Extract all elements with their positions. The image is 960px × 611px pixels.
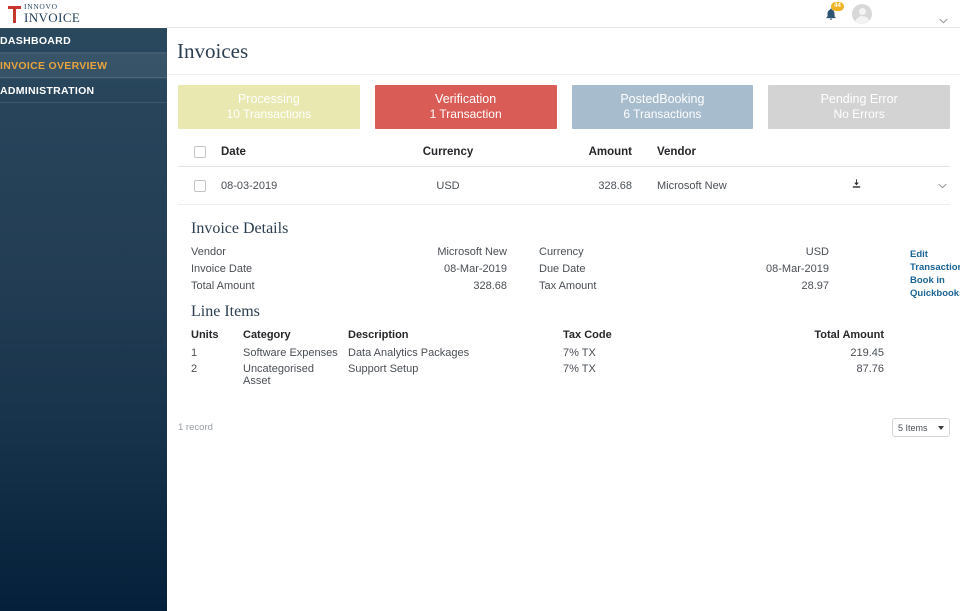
detail-value-vendor: Microsoft New (437, 246, 507, 258)
cell-category: Software Expenses (243, 347, 338, 359)
cell-category: Uncategorised Asset (243, 363, 314, 387)
invoice-details-grid: Vendor Microsoft New Currency USD Invoic… (191, 246, 950, 292)
status-card-pending-error[interactable]: Pending Error No Errors (768, 85, 950, 129)
row-checkbox[interactable] (193, 179, 206, 192)
column-header-category: Category (243, 329, 291, 341)
column-header-units: Units (191, 329, 219, 341)
expand-cell (900, 180, 950, 192)
sidebar-item-dashboard[interactable]: DASHBOARD (0, 28, 167, 53)
record-count: 1 record (178, 422, 213, 433)
cell-description: Data Analytics Packages (348, 347, 470, 359)
innovo-logo-icon (8, 4, 21, 24)
column-header-currency: Currency (422, 145, 474, 158)
line-items-heading: Line Items (191, 303, 260, 320)
line-items-header-row: Units Category Description Tax Code Tota… (191, 329, 950, 341)
status-card-verification[interactable]: Verification 1 Transaction (374, 85, 557, 129)
status-card-title: Verification (435, 91, 497, 106)
column-header-amount: Amount (588, 145, 632, 158)
status-cards: Processing 10 Transactions Verification … (178, 85, 950, 129)
detail-value-invoice-date: 08-Mar-2019 (444, 263, 507, 275)
status-card-postedbooking[interactable]: PostedBooking 6 Transactions (571, 85, 754, 129)
line-item-row: 2 Uncategorised Asset Support Setup 7% T… (191, 363, 950, 387)
notifications-button[interactable]: 44 (822, 2, 844, 24)
page-size-select[interactable]: 5 Items (892, 418, 950, 437)
table-row[interactable]: 08-03-2019 USD 328.68 Microsoft New (178, 167, 950, 205)
page-header: Invoices (167, 28, 960, 75)
status-card-processing[interactable]: Processing 10 Transactions (178, 85, 360, 129)
sidebar-item-label: DASHBOARD (0, 34, 71, 47)
invoice-table: Date Currency Amount Vendor 08-03-2019 U… (178, 137, 950, 205)
sidebar-item-administration[interactable]: ADMINISTRATION (0, 78, 167, 103)
sidebar-item-label: ADMINISTRATION (0, 84, 95, 97)
status-card-title: Pending Error (820, 91, 898, 106)
page-title: Invoices (177, 38, 249, 63)
column-header-total-amount: Total Amount (814, 329, 884, 341)
status-card-subtitle: 1 Transaction (429, 107, 502, 122)
sidebar: INNOVO INVOICE DASHBOARD INVOICE OVERVIE… (0, 0, 167, 611)
cell-units: 2 (191, 363, 198, 375)
cell-units: 1 (191, 347, 198, 359)
cell-date: 08-03-2019 (221, 179, 278, 192)
cell-vendor: Microsoft New (657, 179, 727, 192)
invoice-detail-actions: Edit Transaction Book in Quickbooks (910, 248, 960, 300)
status-card-title: Processing (237, 91, 300, 106)
chevron-down-icon[interactable] (939, 11, 948, 29)
status-card-subtitle: 6 Transactions (623, 107, 702, 122)
column-header-tax-code: Tax Code (563, 329, 612, 341)
column-header-description: Description (348, 329, 409, 341)
row-select-cell (178, 179, 221, 192)
table-header-row: Date Currency Amount Vendor (178, 137, 950, 167)
line-item-row: 1 Software Expenses Data Analytics Packa… (191, 347, 950, 359)
detail-label-currency: Currency (539, 246, 584, 258)
detail-value-due-date: 08-Mar-2019 (766, 263, 829, 275)
table-footer: 1 record 5 Items (178, 418, 950, 442)
invoice-details-heading: Invoice Details (191, 220, 289, 237)
column-header-date: Date (221, 145, 246, 158)
detail-label-total-amount: Total Amount (191, 280, 255, 292)
notification-badge: 44 (831, 2, 844, 11)
top-bar: 44 (167, 0, 960, 28)
app-logo[interactable]: INNOVO INVOICE (0, 0, 167, 28)
select-all-cell (178, 145, 221, 158)
detail-label-invoice-date: Invoice Date (191, 263, 253, 275)
cell-description: Support Setup (348, 363, 419, 375)
edit-transaction-link[interactable]: Edit Transaction (910, 248, 960, 274)
invoice-details-section: Invoice Details Vendor Microsoft New Cur… (191, 220, 960, 299)
status-card-subtitle: No Errors (833, 107, 885, 122)
chevron-down-icon[interactable] (938, 180, 947, 192)
cell-tax-code: 7% TX (563, 363, 596, 375)
detail-value-tax-amount: 28.97 (801, 280, 829, 292)
line-items-section: Line Items Units Category Description Ta… (191, 303, 950, 391)
cell-total-amount: 87.76 (856, 363, 884, 375)
sidebar-item-label: INVOICE OVERVIEW (0, 59, 108, 72)
detail-label-due-date: Due Date (539, 263, 586, 275)
chevron-down-icon (938, 425, 944, 430)
column-header-vendor: Vendor (657, 145, 696, 158)
cell-tax-code: 7% TX (563, 347, 596, 359)
logo-text: INNOVO INVOICE (24, 3, 80, 26)
download-icon[interactable] (851, 178, 862, 193)
status-card-title: PostedBooking (620, 91, 705, 106)
logo-line-1: INNOVO (24, 1, 58, 11)
book-in-quickbooks-link[interactable]: Book in Quickbooks (910, 274, 960, 300)
status-card-subtitle: 10 Transactions (226, 107, 312, 122)
detail-label-vendor: Vendor (191, 246, 226, 258)
sidebar-item-invoice-overview[interactable]: INVOICE OVERVIEW (0, 53, 167, 78)
cell-currency: USD (436, 179, 460, 192)
detail-label-tax-amount: Tax Amount (539, 280, 597, 292)
avatar[interactable] (852, 4, 872, 24)
select-all-checkbox[interactable] (193, 145, 206, 158)
invoice-overview-page: INNOVO INVOICE DASHBOARD INVOICE OVERVIE… (0, 0, 960, 611)
sidebar-nav: DASHBOARD INVOICE OVERVIEW ADMINISTRATIO… (0, 28, 167, 103)
download-cell (812, 178, 900, 193)
detail-value-total-amount: 328.68 (473, 280, 507, 292)
page-size-value: 5 Items (898, 422, 928, 433)
detail-value-currency: USD (805, 246, 829, 258)
logo-line-2: INVOICE (24, 10, 81, 26)
cell-amount: 328.68 (598, 179, 632, 192)
cell-total-amount: 219.45 (850, 347, 884, 359)
